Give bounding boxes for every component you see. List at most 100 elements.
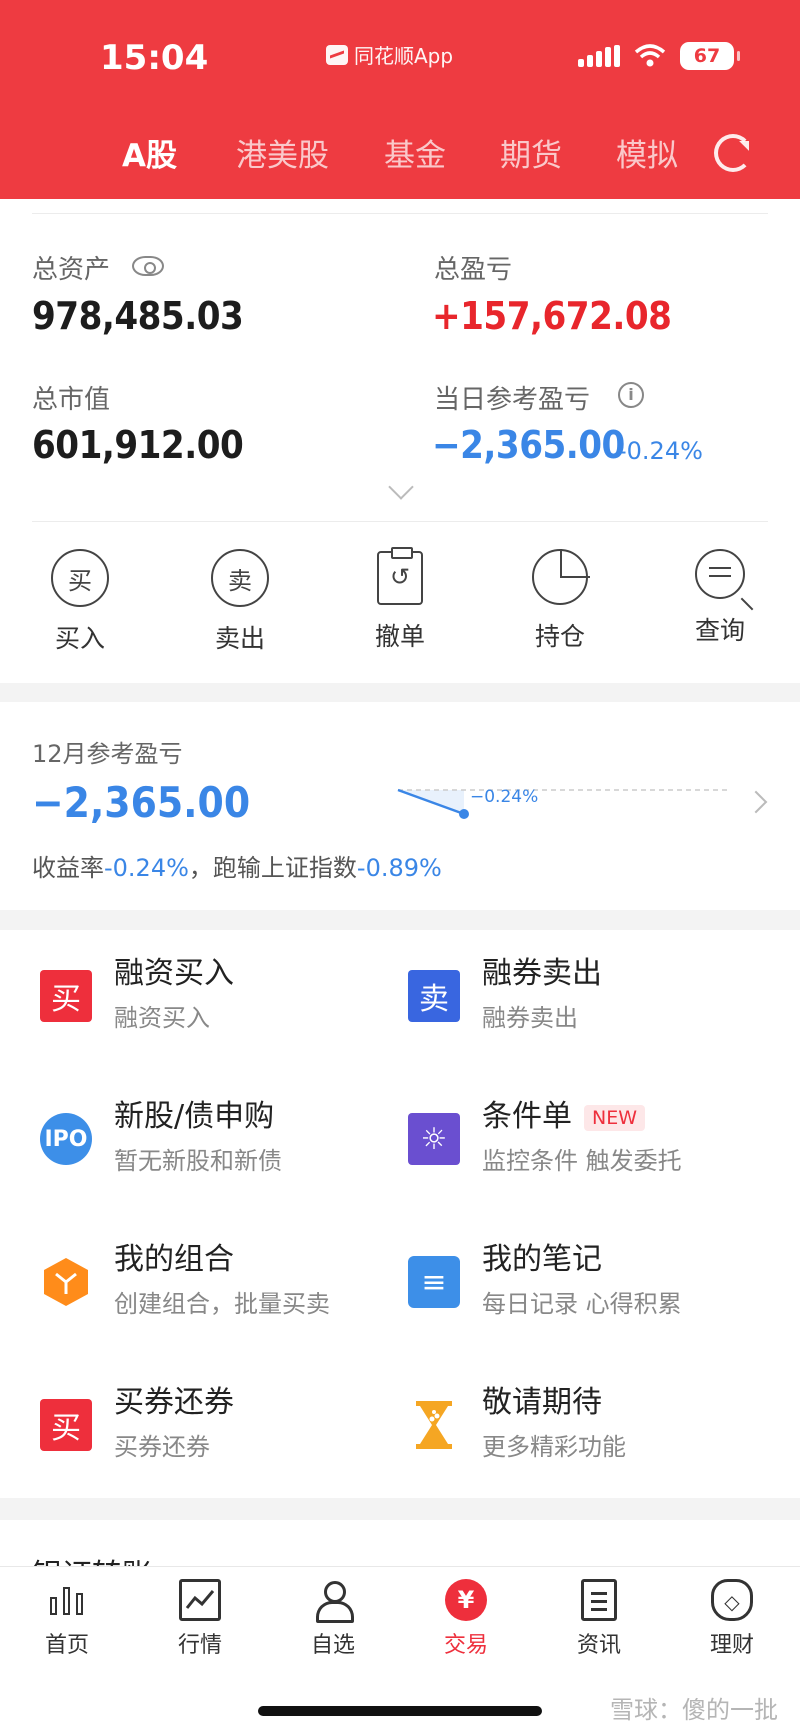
sparkline-label: −0.24% <box>470 787 538 807</box>
feature-title-row: 条件单 NEW <box>482 1091 646 1135</box>
feature-buy-return[interactable]: 买 买券还券 买券还券 <box>32 1371 392 1471</box>
home-indicator[interactable] <box>258 1706 542 1716</box>
nav-news[interactable]: 资讯 <box>544 1579 654 1659</box>
daily-pnl-pct: -0.24% <box>618 437 703 465</box>
tab-futures[interactable]: 期货 <box>500 130 562 175</box>
wifi-icon <box>634 44 666 67</box>
nav-wealth[interactable]: 理财 <box>677 1579 787 1659</box>
sell-icon: 卖 <box>211 549 269 607</box>
feature-subtitle: 更多精彩功能 <box>482 1433 626 1461</box>
query-label: 查询 <box>694 616 745 645</box>
total-assets-label: 总资产 <box>32 255 111 285</box>
notes-icon: ≡ <box>408 1256 460 1308</box>
pnl-sparkline: −0.24% <box>397 787 730 819</box>
market-value-label: 总市值 <box>32 385 111 415</box>
feature-title: 融资买入 <box>114 956 234 991</box>
positions-button[interactable]: 持仓 <box>500 549 620 653</box>
feature-title: 融券卖出 <box>482 956 602 991</box>
market-value: 601,912.00 <box>32 423 244 467</box>
feature-ipo[interactable]: IPO 新股/债申购 暂无新股和新债 <box>32 1085 392 1185</box>
positions-label: 持仓 <box>534 622 585 651</box>
eye-icon[interactable] <box>132 256 164 276</box>
total-pnl-label: 总盈亏 <box>434 255 513 285</box>
yield-prefix: 收益率 <box>32 854 104 882</box>
monthly-pnl-value: −2,365.00 <box>32 778 251 827</box>
feature-title: 买券还券 <box>114 1385 234 1420</box>
buy-label: 买入 <box>54 624 105 653</box>
feature-subtitle: 创建组合，批量买卖 <box>114 1290 330 1318</box>
cancel-order-button[interactable]: ↺ 撤单 <box>340 547 460 653</box>
feature-subtitle: 暂无新股和新债 <box>114 1147 282 1175</box>
cancel-order-icon: ↺ <box>377 547 423 605</box>
sell-label: 卖出 <box>214 624 265 653</box>
feature-subtitle: 买券还券 <box>114 1433 210 1461</box>
feature-margin-buy[interactable]: 买 融资买入 融资买入 <box>32 942 392 1042</box>
status-time: 15:04 <box>100 38 209 78</box>
daily-pnl-value: −2,365.00 <box>432 423 625 467</box>
market-chart-icon <box>179 1579 221 1621</box>
assets-card: 总资产 978,485.03 总盈亏 +157,672.08 总市值 601,9… <box>0 199 800 683</box>
feature-title: 我的组合 <box>114 1242 234 1277</box>
candlestick-icon <box>46 1579 88 1621</box>
monthly-pnl-title: 12月参考盈亏 <box>32 740 183 768</box>
nav-market[interactable]: 行情 <box>145 1579 255 1659</box>
feature-portfolio[interactable]: 我的组合 创建组合，批量买卖 <box>32 1228 392 1328</box>
battery-icon: 67 <box>680 42 740 70</box>
yield-value: -0.24% <box>104 854 189 882</box>
tab-a-shares[interactable]: A股 <box>122 130 177 175</box>
tab-simulation[interactable]: 模拟 <box>616 130 678 175</box>
top-header: 15:04 同花顺App 67 A股 港美股 基金 期货 模拟 <box>0 0 800 199</box>
battery-level: 67 <box>693 45 721 67</box>
nav-home[interactable]: 首页 <box>12 1579 122 1659</box>
monthly-pnl-card[interactable]: 12月参考盈亏 −2,365.00 收益率-0.24%，跑输上证指数-0.89%… <box>0 702 800 910</box>
nav-trade[interactable]: ¥ 交易 <box>411 1579 521 1659</box>
query-button[interactable]: 查询 <box>660 549 780 647</box>
nav-label: 理财 <box>709 1633 754 1658</box>
divider <box>32 521 768 522</box>
feature-coming-soon[interactable]: 敬请期待 更多精彩功能 <box>400 1371 760 1471</box>
short-sell-icon: 卖 <box>408 970 460 1022</box>
refresh-icon[interactable] <box>714 134 752 172</box>
info-icon[interactable]: i <box>618 382 644 408</box>
quick-actions: 买 买入 卖 卖出 ↺ 撤单 持仓 查询 <box>0 547 800 669</box>
tab-hk-us[interactable]: 港美股 <box>236 130 329 175</box>
market-tabs: A股 港美股 基金 期货 模拟 <box>0 130 800 180</box>
feature-notes[interactable]: ≡ 我的笔记 每日记录 心得积累 <box>400 1228 760 1328</box>
total-assets-value: 978,485.03 <box>32 294 244 338</box>
search-icon <box>695 549 745 599</box>
condition-order-icon: ☼ <box>408 1113 460 1165</box>
yen-icon: ¥ <box>445 1579 487 1621</box>
sell-button[interactable]: 卖 卖出 <box>180 549 300 655</box>
hourglass-icon <box>408 1399 460 1451</box>
nav-label: 首页 <box>44 1633 89 1658</box>
buy-return-icon: 买 <box>40 1399 92 1451</box>
ipo-icon: IPO <box>40 1113 92 1165</box>
feature-subtitle: 监控条件 触发委托 <box>482 1147 682 1175</box>
feature-title: 我的笔记 <box>482 1242 602 1277</box>
status-app-indicator: 同花顺App <box>326 40 453 69</box>
feature-title: 条件单 <box>482 1099 572 1134</box>
feature-condition-order[interactable]: ☼ 条件单 NEW 监控条件 触发委托 <box>400 1085 760 1185</box>
cellular-signal-icon <box>578 45 620 67</box>
nav-label: 行情 <box>177 1633 222 1658</box>
expand-chevron-icon[interactable] <box>388 474 414 500</box>
feature-subtitle: 融资买入 <box>114 1004 210 1032</box>
news-doc-icon <box>581 1579 617 1621</box>
chevron-right-icon[interactable] <box>744 790 768 814</box>
app-logo-icon <box>326 44 348 65</box>
feature-title: 新股/债申购 <box>114 1099 275 1134</box>
total-pnl-value: +157,672.08 <box>432 294 672 338</box>
buy-button[interactable]: 买 买入 <box>20 549 140 655</box>
portfolio-icon <box>40 1256 92 1308</box>
tab-funds[interactable]: 基金 <box>384 130 446 175</box>
index-compare-text: ，跑输上证指数 <box>188 854 357 882</box>
new-badge: NEW <box>584 1104 646 1131</box>
index-value: -0.89% <box>356 854 442 882</box>
divider <box>32 213 768 214</box>
daily-pnl-label: 当日参考盈亏 <box>434 385 591 415</box>
nav-watchlist[interactable]: 自选 <box>278 1579 388 1659</box>
watermark: 雪球：傻的一批 <box>610 1696 778 1724</box>
status-right: 67 <box>578 42 740 70</box>
feature-short-sell[interactable]: 卖 融券卖出 融券卖出 <box>400 942 760 1042</box>
user-check-icon <box>312 1579 354 1623</box>
